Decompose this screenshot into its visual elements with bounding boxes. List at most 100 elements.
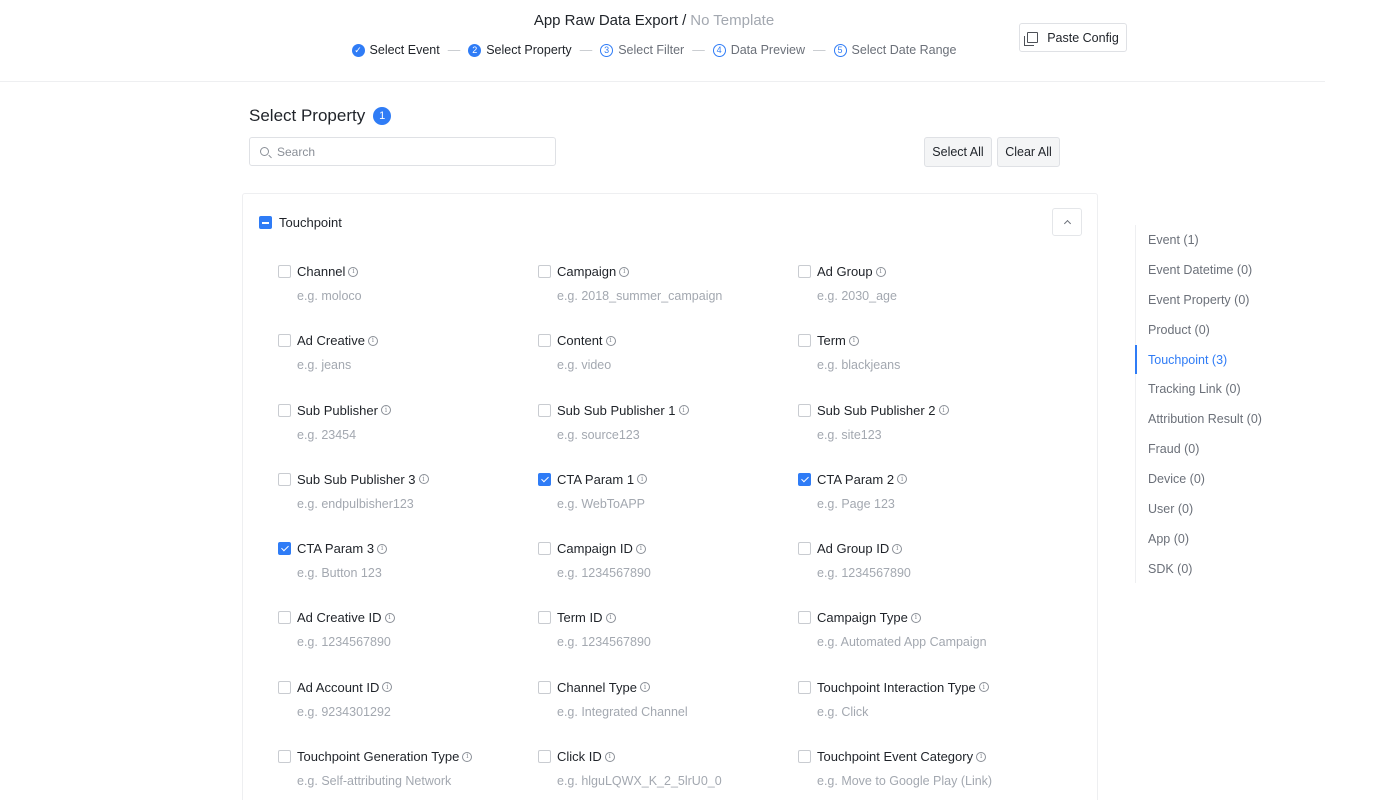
property-row[interactable]: Touchpoint Generation Type i bbox=[278, 749, 538, 764]
info-icon[interactable]: i bbox=[640, 682, 650, 693]
property-row[interactable]: Sub Publisher i bbox=[278, 403, 538, 418]
info-icon[interactable]: i bbox=[462, 751, 473, 762]
property-checkbox[interactable] bbox=[798, 750, 811, 764]
step-4[interactable]: 4 Data Preview bbox=[712, 43, 805, 57]
property-checkbox[interactable] bbox=[798, 403, 811, 417]
nav-item[interactable]: Tracking Link (0) bbox=[1136, 374, 1305, 404]
property-row[interactable]: Content i bbox=[538, 333, 798, 348]
info-icon[interactable]: i bbox=[978, 682, 989, 693]
info-icon[interactable]: i bbox=[605, 612, 616, 623]
nav-item[interactable]: App (0) bbox=[1136, 524, 1305, 554]
property-row[interactable]: Ad Group i bbox=[798, 264, 1058, 279]
search-box[interactable] bbox=[249, 137, 556, 166]
info-icon[interactable]: i bbox=[938, 405, 949, 416]
property-checkbox[interactable] bbox=[798, 542, 811, 556]
group-indeterminate-checkbox[interactable] bbox=[259, 216, 272, 229]
nav-item[interactable]: User (0) bbox=[1136, 494, 1305, 524]
property-checkbox[interactable] bbox=[538, 334, 551, 348]
property-checkbox[interactable] bbox=[798, 611, 811, 625]
nav-item[interactable]: Product (0) bbox=[1136, 315, 1305, 345]
property-row[interactable]: Ad Group ID i bbox=[798, 541, 1058, 556]
info-icon[interactable]: i bbox=[635, 543, 646, 554]
property-checkbox[interactable] bbox=[538, 542, 551, 556]
info-icon[interactable]: i bbox=[605, 335, 616, 346]
nav-item[interactable]: Event Datetime (0) bbox=[1136, 255, 1305, 285]
search-input[interactable] bbox=[277, 144, 537, 159]
info-icon[interactable]: i bbox=[678, 405, 689, 416]
group-header[interactable]: Touchpoint bbox=[259, 215, 342, 230]
info-icon[interactable]: i bbox=[976, 751, 987, 762]
property-row[interactable]: Sub Sub Publisher 3i bbox=[278, 472, 538, 487]
property-row[interactable]: Term i bbox=[798, 333, 1058, 348]
property-row[interactable]: Campaign i bbox=[538, 264, 798, 279]
info-icon[interactable]: i bbox=[418, 474, 429, 485]
clear-all-button[interactable]: Clear All bbox=[997, 137, 1060, 167]
info-icon[interactable]: i bbox=[604, 751, 615, 762]
property-row[interactable]: CTA Param 1i bbox=[538, 472, 798, 487]
property-row[interactable]: Ad Creative ID i bbox=[278, 610, 538, 625]
info-icon[interactable]: i bbox=[380, 405, 391, 416]
property-row[interactable]: Sub Sub Publisher 2i bbox=[798, 403, 1058, 418]
step-3[interactable]: 3 Select Filter bbox=[600, 43, 684, 57]
property-row[interactable]: Sub Sub Publisher 1i bbox=[538, 403, 798, 418]
property-row[interactable]: Touchpoint Event Category i bbox=[798, 749, 1058, 764]
nav-item[interactable]: Touchpoint (3) bbox=[1135, 344, 1305, 375]
info-icon[interactable]: i bbox=[384, 612, 395, 623]
step-2[interactable]: 2 Select Property bbox=[468, 43, 572, 57]
info-icon[interactable]: i bbox=[875, 266, 886, 277]
select-all-button[interactable]: Select All bbox=[924, 137, 992, 167]
nav-item[interactable]: Attribution Result (0) bbox=[1136, 404, 1305, 434]
property-checkbox[interactable] bbox=[798, 265, 811, 278]
property-checkbox[interactable] bbox=[278, 472, 291, 486]
property-row[interactable]: CTA Param 2i bbox=[798, 472, 1058, 487]
info-icon[interactable]: i bbox=[892, 543, 903, 554]
info-icon[interactable]: i bbox=[377, 543, 388, 554]
property-checkbox[interactable] bbox=[538, 472, 551, 486]
property-checkbox[interactable] bbox=[538, 750, 551, 764]
property-checkbox[interactable] bbox=[538, 611, 551, 625]
property-row[interactable]: CTA Param 3i bbox=[278, 541, 538, 556]
property-row[interactable]: Click ID i bbox=[538, 749, 798, 764]
info-icon[interactable]: i bbox=[382, 682, 393, 693]
property-checkbox[interactable] bbox=[278, 403, 291, 417]
step-1[interactable]: ✓ Select Event bbox=[351, 43, 440, 57]
nav-item[interactable]: Fraud (0) bbox=[1136, 434, 1305, 464]
property-row[interactable]: Campaign Type i bbox=[798, 610, 1058, 625]
property-row[interactable]: Touchpoint Interaction Type i bbox=[798, 680, 1058, 695]
collapse-button[interactable] bbox=[1052, 208, 1082, 236]
property-checkbox[interactable] bbox=[278, 334, 291, 348]
step-5[interactable]: 5 Select Date Range bbox=[833, 43, 957, 57]
info-icon[interactable]: i bbox=[637, 474, 648, 485]
nav-item[interactable]: SDK (0) bbox=[1136, 554, 1305, 584]
info-icon[interactable]: i bbox=[348, 266, 359, 277]
info-icon[interactable]: i bbox=[910, 612, 921, 623]
property-row[interactable]: Channel Type i bbox=[538, 680, 798, 695]
property-checkbox[interactable] bbox=[538, 265, 551, 278]
property-checkbox[interactable] bbox=[278, 542, 291, 556]
nav-item[interactable]: Event (1) bbox=[1136, 225, 1305, 255]
property-checkbox[interactable] bbox=[538, 680, 551, 694]
property-checkbox[interactable] bbox=[538, 403, 551, 417]
property-item: Channel Type i e.g. Integrated Channel bbox=[538, 680, 798, 749]
property-checkbox[interactable] bbox=[278, 750, 291, 764]
info-icon[interactable]: i bbox=[848, 335, 859, 346]
property-row[interactable]: Ad Account ID i bbox=[278, 680, 538, 695]
info-icon[interactable]: i bbox=[367, 335, 378, 346]
property-checkbox[interactable] bbox=[798, 680, 811, 694]
paste-config-button[interactable]: Paste Config bbox=[1019, 23, 1127, 52]
property-checkbox[interactable] bbox=[278, 611, 291, 625]
property-row[interactable]: Term ID i bbox=[538, 610, 798, 625]
template-name[interactable]: No Template bbox=[690, 12, 774, 29]
property-row[interactable]: Campaign ID i bbox=[538, 541, 798, 556]
property-checkbox[interactable] bbox=[278, 265, 291, 278]
property-row[interactable]: Ad Creative i bbox=[278, 333, 538, 348]
step-label: Select Date Range bbox=[851, 43, 957, 57]
property-checkbox[interactable] bbox=[278, 680, 291, 694]
nav-item[interactable]: Event Property (0) bbox=[1136, 285, 1305, 315]
info-icon[interactable]: i bbox=[619, 266, 630, 277]
property-row[interactable]: Channel i bbox=[278, 264, 538, 279]
nav-item[interactable]: Device (0) bbox=[1136, 464, 1305, 494]
property-checkbox[interactable] bbox=[798, 472, 811, 486]
property-checkbox[interactable] bbox=[798, 334, 811, 348]
info-icon[interactable]: i bbox=[897, 474, 908, 485]
